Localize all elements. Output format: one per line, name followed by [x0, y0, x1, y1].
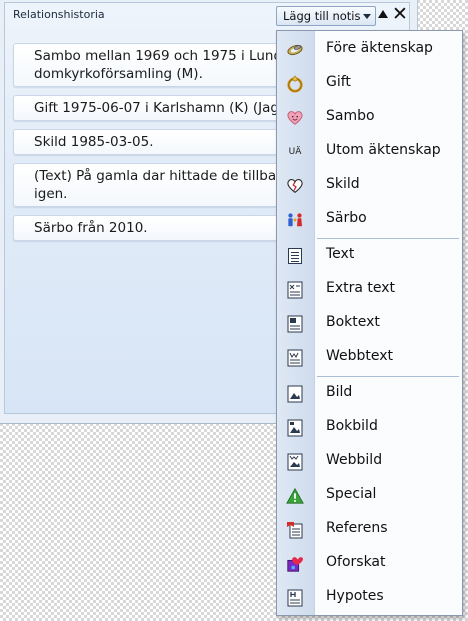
heart-face-icon: [286, 109, 304, 127]
menu-item-label: Webbtext: [326, 348, 394, 364]
menu-item-utom-aktenskap[interactable]: UÄ Utom äktenskap: [277, 134, 462, 168]
list-item[interactable]: Sambo mellan 1969 och 1975 i Lund domkyr…: [13, 43, 313, 87]
menu-item-extra-text[interactable]: Extra text: [277, 272, 462, 306]
menu-item-fore-aktenskap[interactable]: Före äktenskap: [277, 32, 462, 66]
menu-item-label: Bokbild: [326, 418, 378, 434]
menu-item-sarbo[interactable]: Särbo: [277, 202, 462, 236]
reference-icon: [286, 521, 304, 539]
menu-item-label: Bild: [326, 384, 353, 400]
menu-item-label: Gift: [326, 74, 351, 90]
menu-item-label: Oforskat: [326, 554, 386, 570]
menu-item-bild[interactable]: Bild: [277, 376, 462, 410]
list-item[interactable]: (Text) På gamla dar hittade de tillba ig…: [13, 163, 313, 207]
list-item[interactable]: Skild 1985-03-05.: [13, 129, 313, 155]
list-item[interactable]: Gift 1975-06-07 i Karlshamn (K) (Jag: [13, 95, 313, 121]
menu-item-label: Sambo: [326, 108, 375, 124]
menu-item-label: Före äktenskap: [326, 40, 433, 56]
web-picture-icon: [286, 453, 304, 471]
menu-item-label: Extra text: [326, 280, 396, 296]
menu-item-label: Special: [326, 486, 377, 502]
menu-item-boktext[interactable]: Boktext: [277, 306, 462, 340]
menu-item-oforskat[interactable]: Oforskat: [277, 546, 462, 580]
chevron-down-icon: [363, 14, 371, 19]
close-icon[interactable]: ✕: [392, 3, 408, 25]
menu-item-skild[interactable]: Skild: [277, 168, 462, 202]
web-text-icon: [286, 349, 304, 367]
wedding-ring-icon: [286, 75, 304, 93]
warning-triangle-icon: [286, 487, 304, 505]
menu-item-webbild[interactable]: Webbild: [277, 444, 462, 478]
menu-item-referens[interactable]: Referens: [277, 512, 462, 546]
text-document-icon: [286, 247, 304, 265]
book-picture-icon: [286, 419, 304, 437]
picture-icon: [286, 385, 304, 403]
hypothesis-icon: [286, 589, 304, 607]
menu-item-label: Särbo: [326, 210, 367, 226]
menu-item-label: Hypotes: [326, 588, 384, 604]
ua-icon-text: UÄ: [288, 147, 302, 157]
menu-item-text[interactable]: Text: [277, 238, 462, 272]
couple-icon: [286, 211, 304, 229]
extra-text-icon: [286, 281, 304, 299]
menu-item-special[interactable]: Special: [277, 478, 462, 512]
unresearched-icon: [286, 555, 304, 573]
document-shape: [288, 248, 302, 264]
add-note-button[interactable]: Lägg till notis: [276, 6, 376, 26]
menu-item-sambo[interactable]: Sambo: [277, 100, 462, 134]
rings-icon: [286, 41, 304, 59]
menu-item-label: Referens: [326, 520, 388, 536]
menu-item-label: Skild: [326, 176, 360, 192]
entries-list: Sambo mellan 1969 och 1975 i Lund domkyr…: [13, 43, 313, 249]
menu-item-label: Webbild: [326, 452, 383, 468]
ua-icon: UÄ: [286, 143, 304, 161]
menu-item-hypotes[interactable]: Hypotes: [277, 580, 462, 614]
list-item[interactable]: Särbo från 2010.: [13, 215, 313, 241]
move-up-icon[interactable]: [378, 10, 388, 18]
add-note-label: Lägg till notis: [283, 9, 361, 23]
menu-item-label: Boktext: [326, 314, 380, 330]
menu-item-label: Utom äktenskap: [326, 142, 441, 158]
menu-item-webbtext[interactable]: Webbtext: [277, 340, 462, 374]
menu-item-gift[interactable]: Gift: [277, 66, 462, 100]
menu-item-label: Text: [326, 246, 355, 262]
menu-item-bokbild[interactable]: Bokbild: [277, 410, 462, 444]
add-note-menu: Före äktenskap Gift Sambo UÄ Utom äktens…: [276, 30, 463, 616]
panel-title: Relationshistoria: [13, 8, 105, 21]
broken-heart-icon: [286, 177, 304, 195]
book-text-icon: [286, 315, 304, 333]
